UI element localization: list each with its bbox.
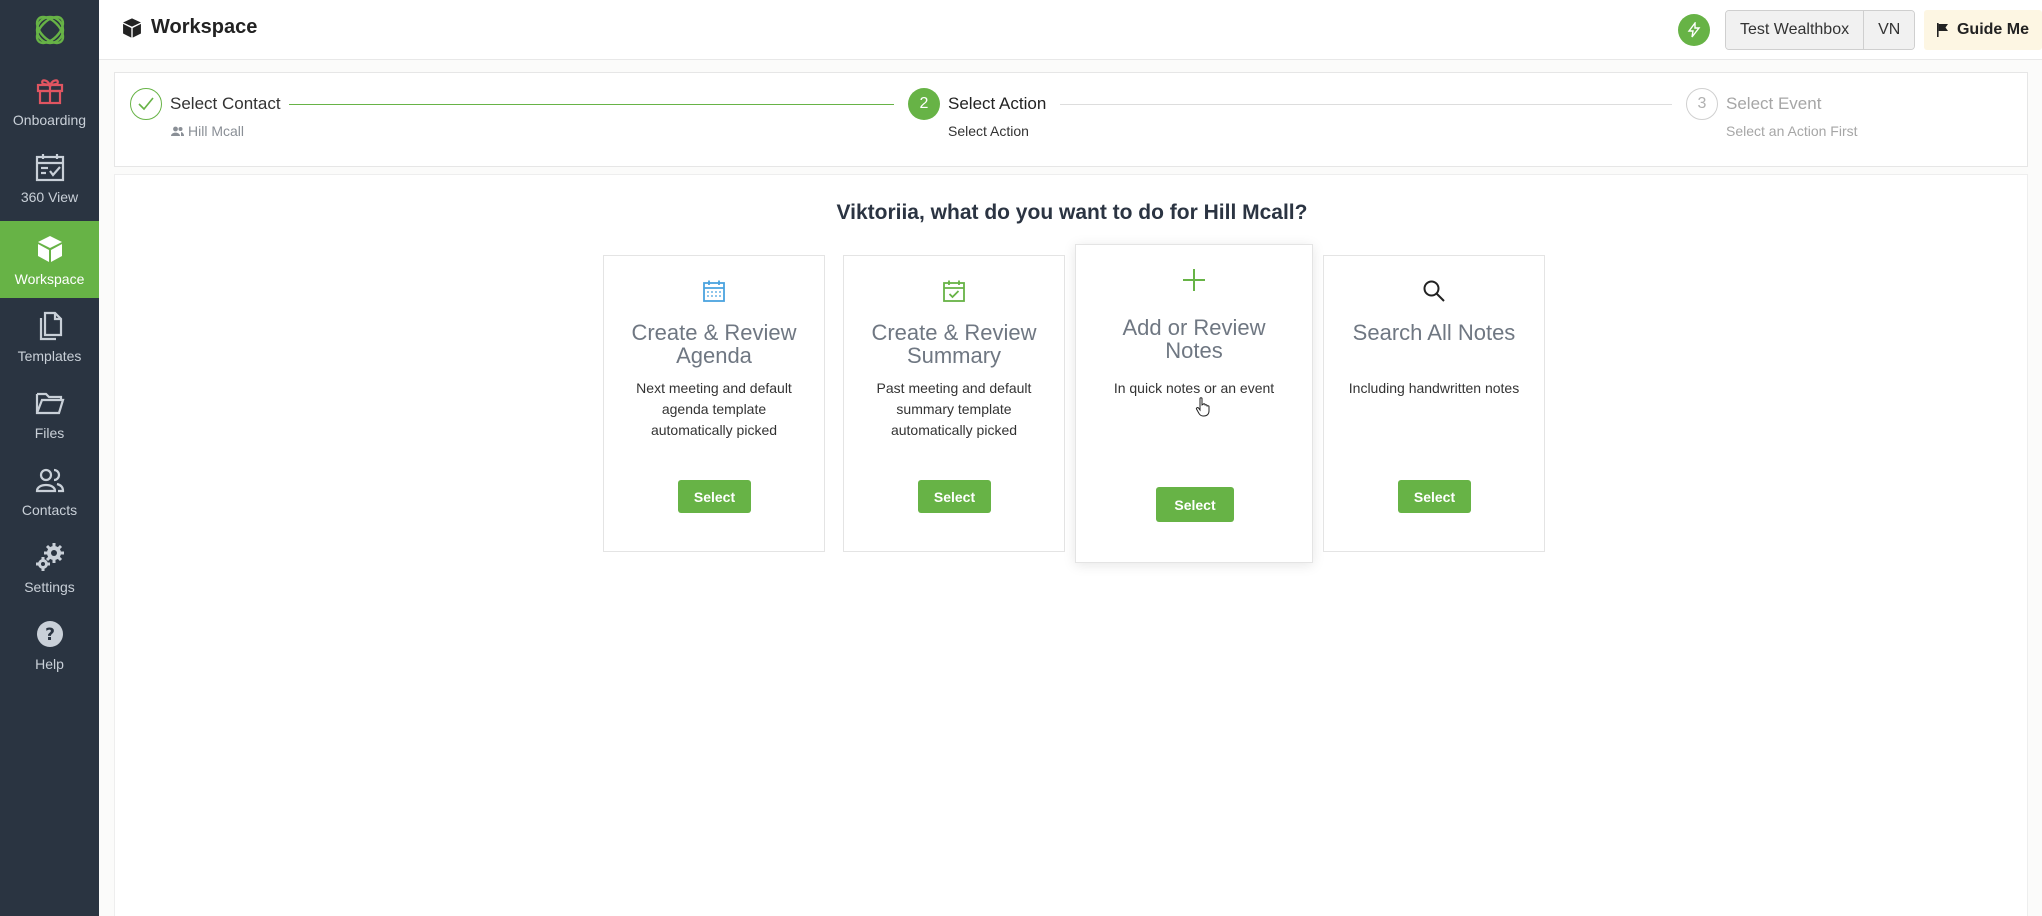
folder-icon — [35, 392, 64, 414]
calendar-check-icon — [943, 280, 965, 302]
step-2-number: 2 — [908, 88, 940, 120]
step-1-contact: Hill Mcall — [188, 123, 244, 139]
logo-icon — [35, 15, 64, 45]
step-3-title: Select Event — [1726, 94, 1822, 113]
page-title-text: Workspace — [151, 16, 258, 38]
select-notes-button[interactable]: Select — [1156, 487, 1234, 522]
step-3-number: 3 — [1686, 88, 1718, 120]
guide-me-button[interactable]: Guide Me — [1924, 10, 2042, 50]
sidebar-item-files[interactable]: Files — [0, 375, 99, 452]
action-card-summary[interactable]: Create & Review Summary Past meeting and… — [843, 255, 1065, 552]
card-title: Search All Notes — [1352, 320, 1516, 345]
card-description: In quick notes or an event — [1113, 380, 1275, 396]
step-1-title[interactable]: Select Contact — [170, 94, 281, 114]
sidebar-item-label: 360 View — [20, 188, 79, 205]
help-icon: ? — [36, 620, 63, 647]
sidebar-item-label: Settings — [24, 578, 75, 595]
select-agenda-button[interactable]: Select — [678, 480, 751, 513]
sidebar-item-label: Help — [35, 655, 64, 672]
app-logo[interactable] — [0, 0, 99, 60]
main-content: Viktoriia, what do you want to do for Hi… — [114, 174, 2028, 916]
progress-stepper: Select Contact Hill Mcall 2 Select Actio… — [114, 72, 2028, 167]
step-1-subtitle: Hill Mcall — [171, 123, 244, 139]
guide-me-label: Guide Me — [1956, 21, 2029, 38]
sidebar-item-help[interactable]: ? Help — [0, 606, 99, 683]
action-card-search[interactable]: Search All Notes Including handwritten n… — [1323, 255, 1545, 552]
quick-action-button[interactable] — [1678, 14, 1710, 46]
users-icon — [171, 126, 184, 136]
action-question: Viktoriia, what do you want to do for Hi… — [836, 201, 1308, 224]
sidebar-item-workspace[interactable]: Workspace — [0, 221, 99, 298]
card-description: Next meeting and default agenda template… — [636, 380, 792, 438]
cube-icon — [123, 17, 141, 38]
action-card-agenda[interactable]: Create & Review Agenda Next meeting and … — [603, 255, 825, 552]
user-menu-button[interactable]: VN — [1863, 11, 1915, 49]
sidebar-item-settings[interactable]: Settings — [0, 529, 99, 606]
select-search-button[interactable]: Select — [1398, 480, 1471, 513]
plus-icon — [1183, 269, 1205, 291]
card-title: Create & Review Summary — [871, 320, 1037, 368]
cube-icon — [37, 235, 62, 262]
gears-icon — [35, 542, 64, 571]
step-1-check — [130, 88, 162, 120]
step-2-subtitle: Select Action — [948, 123, 1029, 139]
action-card-notes[interactable]: Add or Review Notes In quick notes or an… — [1075, 244, 1313, 563]
step-connector — [1060, 104, 1672, 105]
card-description: Including handwritten notes — [1348, 380, 1520, 396]
sidebar-item-label: Contacts — [21, 501, 78, 518]
sidebar-item-label: Files — [34, 424, 65, 441]
step-connector — [289, 104, 894, 105]
flag-icon — [1936, 23, 1948, 37]
top-bar: Workspace Test Wealthbox VN Guide Me — [99, 0, 2042, 60]
calendar-check-icon — [35, 153, 64, 181]
sidebar-item-label: Onboarding — [12, 111, 87, 128]
sidebar-item-360-view[interactable]: 360 View — [0, 139, 99, 216]
calendar-icon — [703, 280, 725, 302]
step-3-subtitle: Select an Action First — [1726, 123, 1858, 139]
step-2-title[interactable]: Select Action — [948, 94, 1046, 114]
svg-text:?: ? — [45, 625, 55, 645]
check-icon — [138, 97, 154, 111]
card-title: Add or Review Notes — [1122, 315, 1266, 363]
page-title: Workspace — [121, 16, 257, 39]
sidebar-item-templates[interactable]: Templates — [0, 298, 99, 375]
gift-icon — [36, 78, 63, 104]
sidebar-item-label: Templates — [17, 347, 82, 364]
search-icon — [1423, 280, 1445, 302]
integration-button[interactable]: Test Wealthbox — [1726, 11, 1864, 49]
sidebar: Onboarding 360 View Workspace Templates … — [0, 0, 99, 916]
sidebar-item-label: Workspace — [14, 270, 85, 287]
hand-cursor-icon — [1195, 397, 1210, 417]
users-icon — [35, 468, 64, 492]
bolt-icon — [1687, 22, 1701, 38]
account-button-group: Test Wealthbox VN — [1725, 10, 1916, 50]
sidebar-item-onboarding[interactable]: Onboarding — [0, 62, 99, 139]
copy-icon — [39, 311, 62, 340]
card-title: Create & Review Agenda — [631, 320, 797, 368]
select-summary-button[interactable]: Select — [918, 480, 991, 513]
card-description: Past meeting and default summary templat… — [876, 380, 1032, 438]
sidebar-item-contacts[interactable]: Contacts — [0, 452, 99, 529]
